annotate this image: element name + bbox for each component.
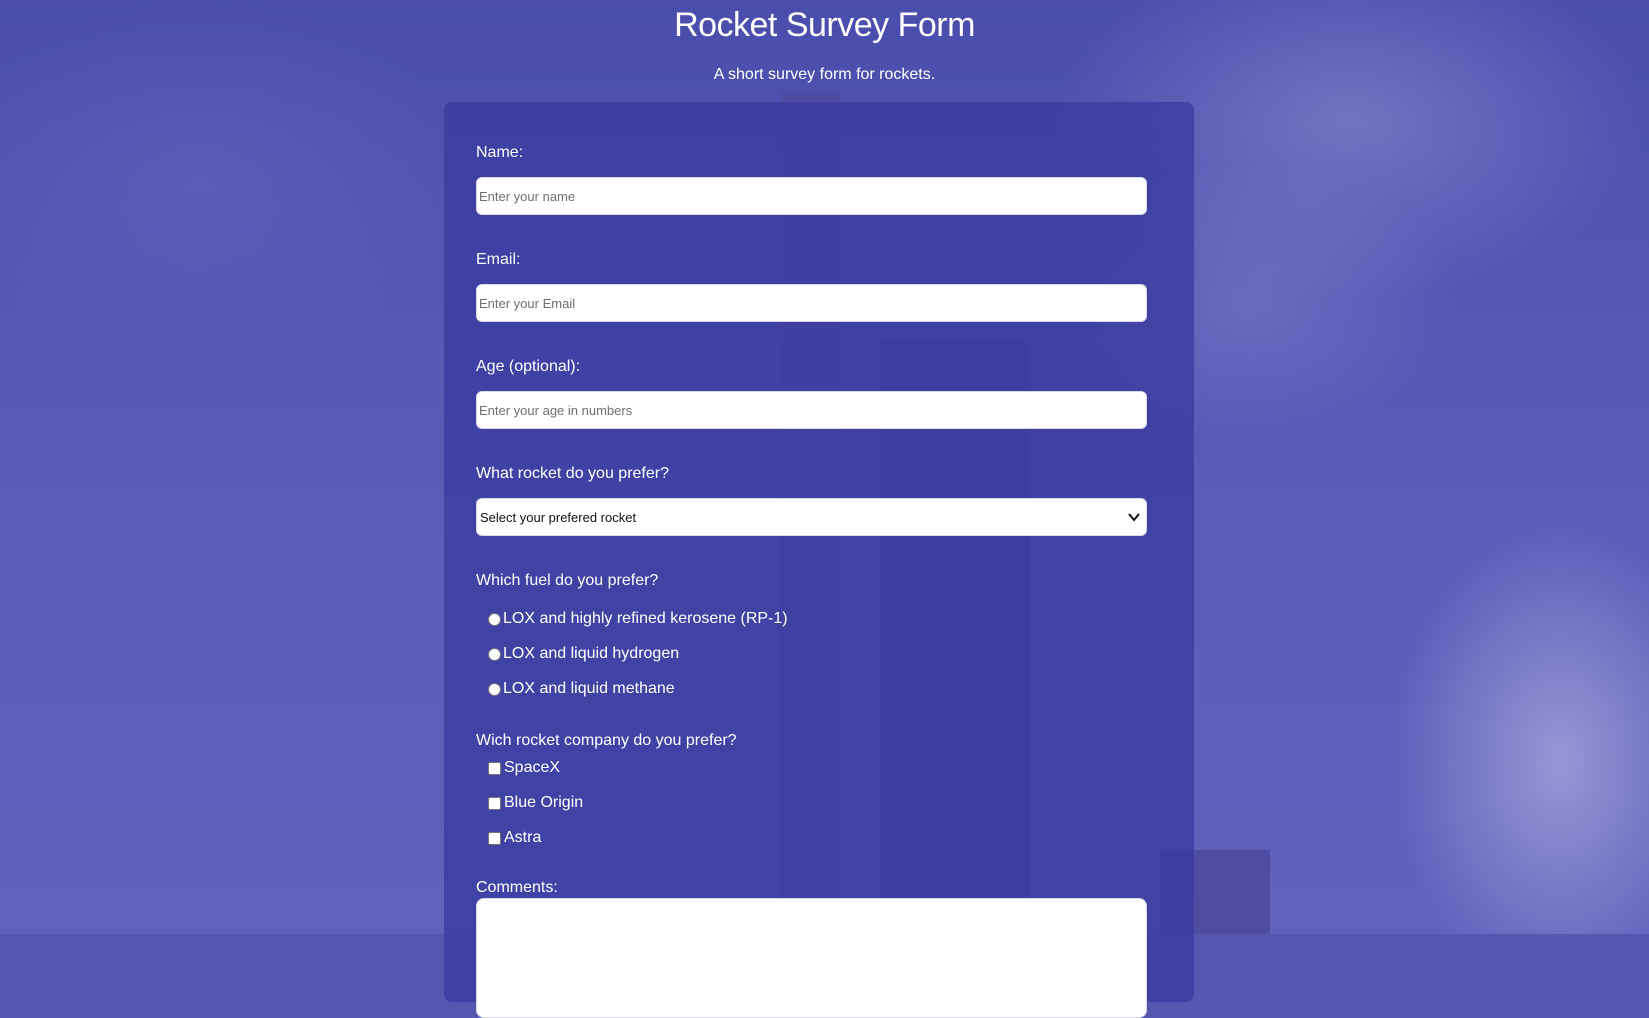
rocket-label: What rocket do you prefer? <box>476 465 669 482</box>
company-option[interactable]: Astra <box>488 828 541 848</box>
fuel-option-label: LOX and liquid methane <box>503 680 675 697</box>
company-option[interactable]: Blue Origin <box>488 793 583 813</box>
fuel-option-label: LOX and highly refined kerosene (RP-1) <box>503 610 788 627</box>
company-label: Wich rocket company do you prefer? <box>476 732 737 749</box>
radio-button[interactable] <box>488 682 501 696</box>
age-label: Age (optional): <box>476 358 581 375</box>
checkbox[interactable] <box>488 761 501 775</box>
checkbox[interactable] <box>488 831 501 845</box>
comments-textarea[interactable] <box>476 898 1147 1018</box>
checkbox[interactable] <box>488 796 501 810</box>
company-option-label: Astra <box>504 829 542 846</box>
age-input[interactable] <box>476 391 1147 429</box>
name-label: Name: <box>476 144 524 161</box>
fuel-option[interactable]: LOX and highly refined kerosene (RP-1) <box>488 609 788 629</box>
rocket-select[interactable]: Select your prefered rocket <box>476 498 1147 536</box>
name-input[interactable] <box>476 177 1147 215</box>
company-option[interactable]: SpaceX <box>488 758 560 778</box>
radio-button[interactable] <box>488 647 501 661</box>
fuel-option[interactable]: LOX and liquid hydrogen <box>488 644 679 664</box>
page-description: A short survey form for rockets. <box>713 66 936 83</box>
fuel-option-label: LOX and liquid hydrogen <box>503 645 680 662</box>
email-input[interactable] <box>476 284 1147 322</box>
fuel-option[interactable]: LOX and liquid methane <box>488 679 675 699</box>
company-option-label: SpaceX <box>504 759 561 776</box>
comments-label: Comments: <box>476 879 558 896</box>
radio-button[interactable] <box>488 612 501 626</box>
email-label: Email: <box>476 251 521 268</box>
page-title: Rocket Survey Form <box>674 6 975 44</box>
fuel-label: Which fuel do you prefer? <box>476 572 659 589</box>
company-option-label: Blue Origin <box>504 794 584 811</box>
survey-form: Name: Email: Age (optional): What rocket… <box>444 102 1194 1018</box>
